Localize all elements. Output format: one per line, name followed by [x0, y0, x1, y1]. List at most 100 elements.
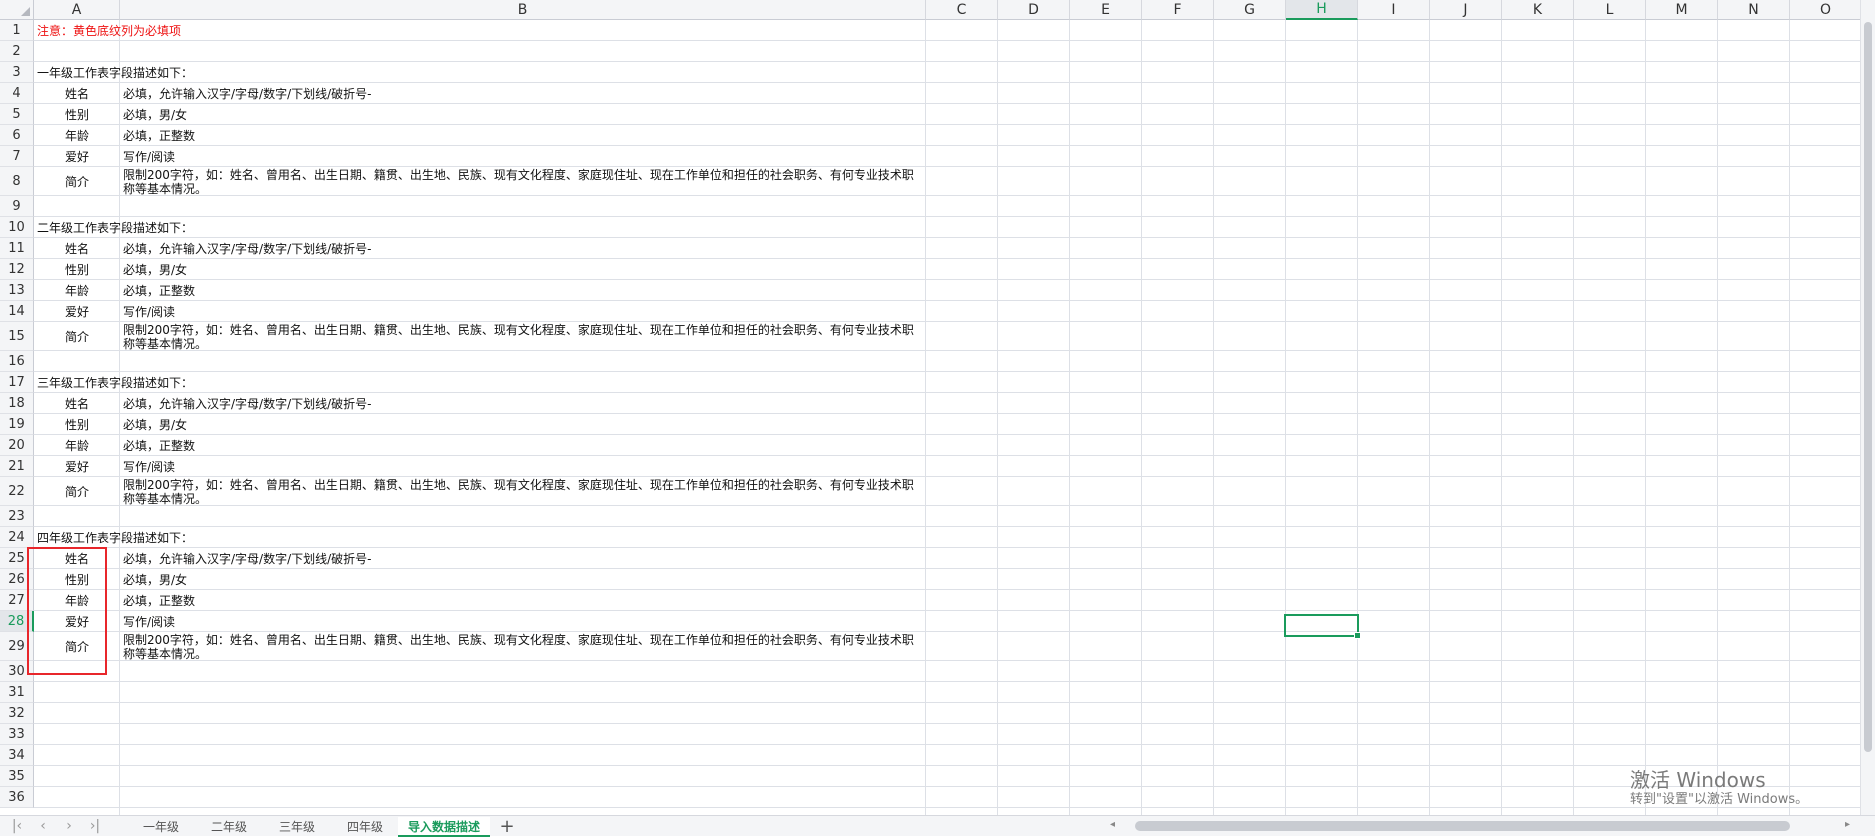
- fill-handle[interactable]: [1354, 632, 1361, 639]
- row-header[interactable]: 22: [0, 477, 34, 506]
- column-header-d[interactable]: D: [998, 0, 1070, 20]
- row-header[interactable]: 4: [0, 83, 34, 104]
- column-header-g[interactable]: G: [1214, 0, 1286, 20]
- row-header[interactable]: 26: [0, 569, 34, 590]
- cell-b14[interactable]: 写作/阅读: [123, 305, 175, 319]
- row-header[interactable]: 36: [0, 787, 34, 808]
- cell-b19[interactable]: 必填，男/女: [123, 418, 187, 432]
- row-header[interactable]: 10: [0, 217, 34, 238]
- column-header-m[interactable]: M: [1646, 0, 1718, 20]
- row-header[interactable]: 32: [0, 703, 34, 724]
- row-header[interactable]: 28: [0, 611, 34, 632]
- sheet-tab[interactable]: 一年级: [130, 817, 192, 835]
- cell-b27[interactable]: 必填，正整数: [123, 594, 195, 608]
- row-header[interactable]: 35: [0, 766, 34, 787]
- cell-a4[interactable]: 姓名: [34, 87, 120, 101]
- row-header[interactable]: 24: [0, 527, 34, 548]
- cell-a29[interactable]: 简介: [34, 640, 120, 654]
- cell-b21[interactable]: 写作/阅读: [123, 460, 175, 474]
- cell-a13[interactable]: 年龄: [34, 284, 120, 298]
- row-header[interactable]: 2: [0, 41, 34, 62]
- row-header[interactable]: 6: [0, 125, 34, 146]
- row-header[interactable]: 29: [0, 632, 34, 661]
- row-header[interactable]: 3: [0, 62, 34, 83]
- row-header[interactable]: 33: [0, 724, 34, 745]
- row-header[interactable]: 7: [0, 146, 34, 167]
- active-cell-cursor[interactable]: [1284, 614, 1361, 639]
- vertical-scroll-thumb[interactable]: [1864, 22, 1872, 752]
- row-header[interactable]: 9: [0, 196, 34, 217]
- cell-a15[interactable]: 简介: [34, 330, 120, 344]
- column-header-f[interactable]: F: [1142, 0, 1214, 20]
- column-header-n[interactable]: N: [1718, 0, 1790, 20]
- cell-b22[interactable]: 限制200字符，如：姓名、曾用名、出生日期、籍贯、出生地、民族、现有文化程度、家…: [123, 478, 923, 506]
- column-header-j[interactable]: J: [1430, 0, 1502, 20]
- select-all-corner[interactable]: [0, 0, 34, 20]
- sheet-tab[interactable]: 四年级: [334, 817, 396, 835]
- cell-a14[interactable]: 爱好: [34, 305, 120, 319]
- cell-b18[interactable]: 必填，允许输入汉字/字母/数字/下划线/破折号-: [123, 397, 372, 411]
- cell-b4[interactable]: 必填，允许输入汉字/字母/数字/下划线/破折号-: [123, 87, 372, 101]
- cell-b8[interactable]: 限制200字符，如：姓名、曾用名、出生日期、籍贯、出生地、民族、现有文化程度、家…: [123, 168, 923, 196]
- column-header-l[interactable]: L: [1574, 0, 1646, 20]
- cell-b11[interactable]: 必填，允许输入汉字/字母/数字/下划线/破折号-: [123, 242, 372, 256]
- row-header[interactable]: 11: [0, 238, 34, 259]
- row-header[interactable]: 13: [0, 280, 34, 301]
- row-header[interactable]: 1: [0, 20, 34, 41]
- cell-a11[interactable]: 姓名: [34, 242, 120, 256]
- cell-a6[interactable]: 年龄: [34, 129, 120, 143]
- row-header[interactable]: 5: [0, 104, 34, 125]
- cell-a17[interactable]: 三年级工作表字段描述如下：: [37, 376, 193, 390]
- row-header[interactable]: 12: [0, 259, 34, 280]
- cell-a18[interactable]: 姓名: [34, 397, 120, 411]
- next-sheet-icon[interactable]: ›: [58, 817, 80, 835]
- cell-a1[interactable]: 注意：黄色底纹列为必填项: [37, 24, 181, 38]
- cell-a21[interactable]: 爱好: [34, 460, 120, 474]
- spreadsheet-grid[interactable]: ABCDEFGHIJKLMNO 1 2 3 4 5 6 7 8 9 10 11 12 13 14 15 16 1…: [0, 0, 1860, 815]
- sheet-tab[interactable]: 三年级: [266, 817, 328, 835]
- column-header-o[interactable]: O: [1790, 0, 1860, 20]
- row-header[interactable]: 15: [0, 322, 34, 351]
- column-header-a[interactable]: A: [34, 0, 120, 20]
- cell-a28[interactable]: 爱好: [34, 615, 120, 629]
- cell-a7[interactable]: 爱好: [34, 150, 120, 164]
- column-header-k[interactable]: K: [1502, 0, 1574, 20]
- row-header[interactable]: 19: [0, 414, 34, 435]
- column-header-e[interactable]: E: [1070, 0, 1142, 20]
- cell-a20[interactable]: 年龄: [34, 439, 120, 453]
- cell-a3[interactable]: 一年级工作表字段描述如下：: [37, 66, 193, 80]
- horizontal-scrollbar[interactable]: ◂ ▸: [1110, 819, 1850, 833]
- cell-a24[interactable]: 四年级工作表字段描述如下：: [37, 531, 193, 545]
- cell-b26[interactable]: 必填，男/女: [123, 573, 187, 587]
- cell-b20[interactable]: 必填，正整数: [123, 439, 195, 453]
- sheet-tab[interactable]: 二年级: [198, 817, 260, 835]
- row-header[interactable]: 27: [0, 590, 34, 611]
- column-header-h[interactable]: H: [1286, 0, 1358, 20]
- cell-b29[interactable]: 限制200字符，如：姓名、曾用名、出生日期、籍贯、出生地、民族、现有文化程度、家…: [123, 633, 923, 661]
- cell-a8[interactable]: 简介: [34, 175, 120, 189]
- horizontal-scroll-thumb[interactable]: [1135, 821, 1790, 831]
- cell-b6[interactable]: 必填，正整数: [123, 129, 195, 143]
- cell-b5[interactable]: 必填，男/女: [123, 108, 187, 122]
- row-header[interactable]: 31: [0, 682, 34, 703]
- column-header-i[interactable]: I: [1358, 0, 1430, 20]
- row-header[interactable]: 30: [0, 661, 34, 682]
- row-header[interactable]: 8: [0, 167, 34, 196]
- add-sheet-button[interactable]: +: [497, 816, 517, 837]
- cell-a27[interactable]: 年龄: [34, 594, 120, 608]
- row-header[interactable]: 14: [0, 301, 34, 322]
- row-header[interactable]: 20: [0, 435, 34, 456]
- cell-b28[interactable]: 写作/阅读: [123, 615, 175, 629]
- row-header[interactable]: 16: [0, 351, 34, 372]
- cell-b12[interactable]: 必填，男/女: [123, 263, 187, 277]
- sheet-tab[interactable]: 导入数据描述: [398, 817, 490, 837]
- cell-a10[interactable]: 二年级工作表字段描述如下：: [37, 221, 193, 235]
- cell-a26[interactable]: 性别: [34, 573, 120, 587]
- row-header[interactable]: 18: [0, 393, 34, 414]
- vertical-scrollbar[interactable]: [1860, 0, 1875, 815]
- column-header-b[interactable]: B: [120, 0, 926, 20]
- cell-a19[interactable]: 性别: [34, 418, 120, 432]
- cell-b7[interactable]: 写作/阅读: [123, 150, 175, 164]
- scroll-left-icon[interactable]: ◂: [1110, 819, 1115, 830]
- cell-a12[interactable]: 性别: [34, 263, 120, 277]
